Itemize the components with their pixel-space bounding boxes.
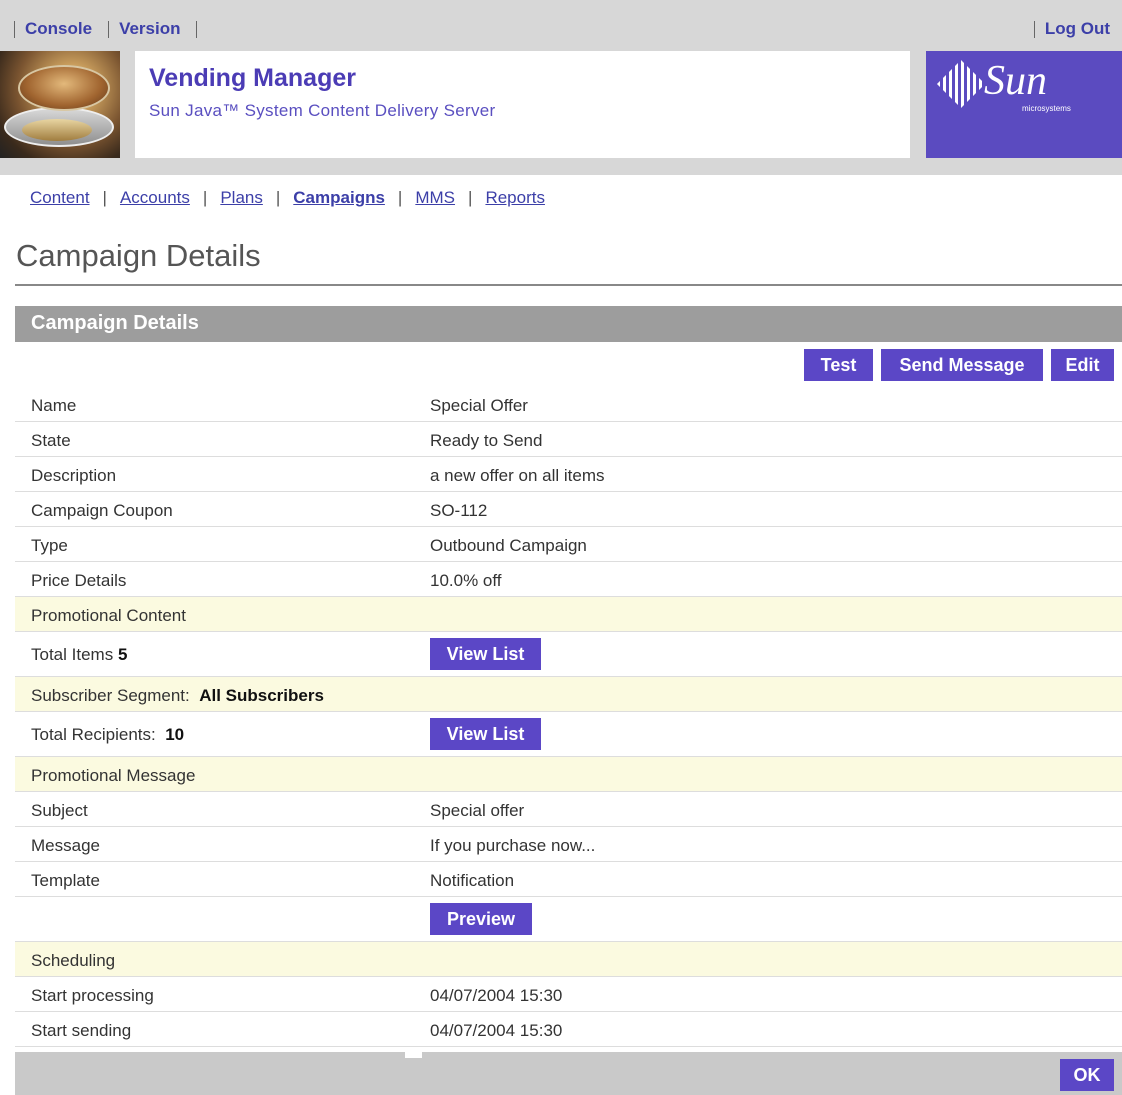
field-label: Message [31,836,100,855]
field-value: Special offer [430,801,525,820]
detail-row-type: Type Outbound Campaign [15,527,1122,562]
tab-campaigns[interactable]: Campaigns [293,188,385,208]
detail-row-price: Price Details 10.0% off [15,562,1122,597]
app-title-box: Vending Manager Sun Java™ System Content… [135,51,910,158]
section-scheduling: Scheduling [15,942,1122,977]
section-label: Scheduling [31,951,116,970]
detail-row-start-processing: Start processing 04/07/2004 15:30 [15,977,1122,1012]
field-value: If you purchase now... [430,836,596,855]
field-value: Outbound Campaign [430,536,587,555]
field-label: Campaign Coupon [31,501,173,520]
detail-row-total-recipients: Total Recipients: 10 View List [15,712,1122,757]
logout-link[interactable]: Log Out [1045,19,1110,39]
detail-row-template: Template Notification [15,862,1122,897]
separator [196,20,198,38]
detail-row-start-sending: Start sending 04/07/2004 15:30 [15,1012,1122,1047]
detail-row-preview: Preview [15,897,1122,942]
total-items-count: 5 [117,645,128,664]
field-label: State [31,431,71,450]
details-table: Name Special Offer State Ready to Send D… [15,387,1122,1047]
detail-row-name: Name Special Offer [15,387,1122,422]
field-label: Type [31,536,68,555]
recipients-count: 10 [165,725,185,744]
field-value: Notification [430,871,515,890]
send-message-button[interactable]: Send Message [881,349,1043,381]
section-label: Subscriber Segment: All Subscribers [31,686,324,705]
tab-accounts[interactable]: Accounts [120,188,190,208]
field-value: a new offer on all items [430,466,605,485]
edit-button[interactable]: Edit [1051,349,1114,381]
version-link[interactable]: Version [119,19,180,39]
preview-button[interactable]: Preview [430,903,532,935]
field-value: Ready to Send [430,431,543,450]
separator [1033,20,1035,38]
detail-row-subject: Subject Special offer [15,792,1122,827]
view-items-list-button[interactable]: View List [430,638,541,670]
segment-value: All Subscribers [199,686,324,705]
top-links: Console Version [14,18,207,40]
field-value: Special Offer [430,396,528,415]
separator [14,20,15,38]
field-label: Total Recipients: 10 [31,725,185,744]
field-value: 04/07/2004 15:30 [430,986,563,1005]
detail-row-message: Message If you purchase now... [15,827,1122,862]
panel-footer [15,1052,1122,1095]
sun-logo-text: Sun [984,58,1047,104]
section-label: Promotional Content [31,606,186,625]
field-label: Subject [31,801,88,820]
field-label: Template [31,871,100,890]
panel-title: Campaign Details [31,312,199,334]
view-recipients-list-button[interactable]: View List [430,718,541,750]
field-label: Description [31,466,117,485]
detail-row-total-items: Total Items 5 View List [15,632,1122,677]
separator [108,20,110,38]
field-label: Total Items 5 [31,645,128,664]
ok-button[interactable]: OK [1060,1059,1114,1091]
main-nav: Content | Accounts | Plans | Campaigns |… [30,188,545,208]
divider [15,284,1122,286]
detail-row-coupon: Campaign Coupon SO-112 [15,492,1122,527]
field-value: 10.0% off [430,571,502,590]
tab-reports[interactable]: Reports [485,188,545,208]
field-label: Start processing [31,986,154,1005]
tab-content[interactable]: Content [30,188,90,208]
app-title: Vending Manager [149,64,356,92]
test-button[interactable]: Test [804,349,873,381]
tab-mms[interactable]: MMS [415,188,455,208]
page-title: Campaign Details [16,238,261,273]
sun-logo: Sun microsystems [926,51,1122,158]
detail-row-state: State Ready to Send [15,422,1122,457]
section-subscriber-segment: Subscriber Segment: All Subscribers [15,677,1122,712]
field-value: 04/07/2004 15:30 [430,1021,563,1040]
coins-image [0,51,120,158]
detail-row-description: Description a new offer on all items [15,457,1122,492]
sun-logo-subtext: microsystems [1022,104,1071,113]
console-link[interactable]: Console [25,19,92,39]
section-label: Promotional Message [31,766,196,785]
app-subtitle: Sun Java™ System Content Delivery Server [149,101,496,120]
logout-area: Log Out [1033,18,1110,40]
field-label: Start sending [31,1021,132,1040]
field-value: SO-112 [430,501,488,520]
field-label: Price Details [31,571,127,590]
field-label: Name [31,396,77,415]
section-promotional-content: Promotional Content [15,597,1122,632]
section-promotional-message: Promotional Message [15,757,1122,792]
sun-diamond-icon [936,59,986,109]
tab-plans[interactable]: Plans [220,188,263,208]
panel-header: Campaign Details [15,306,1122,342]
